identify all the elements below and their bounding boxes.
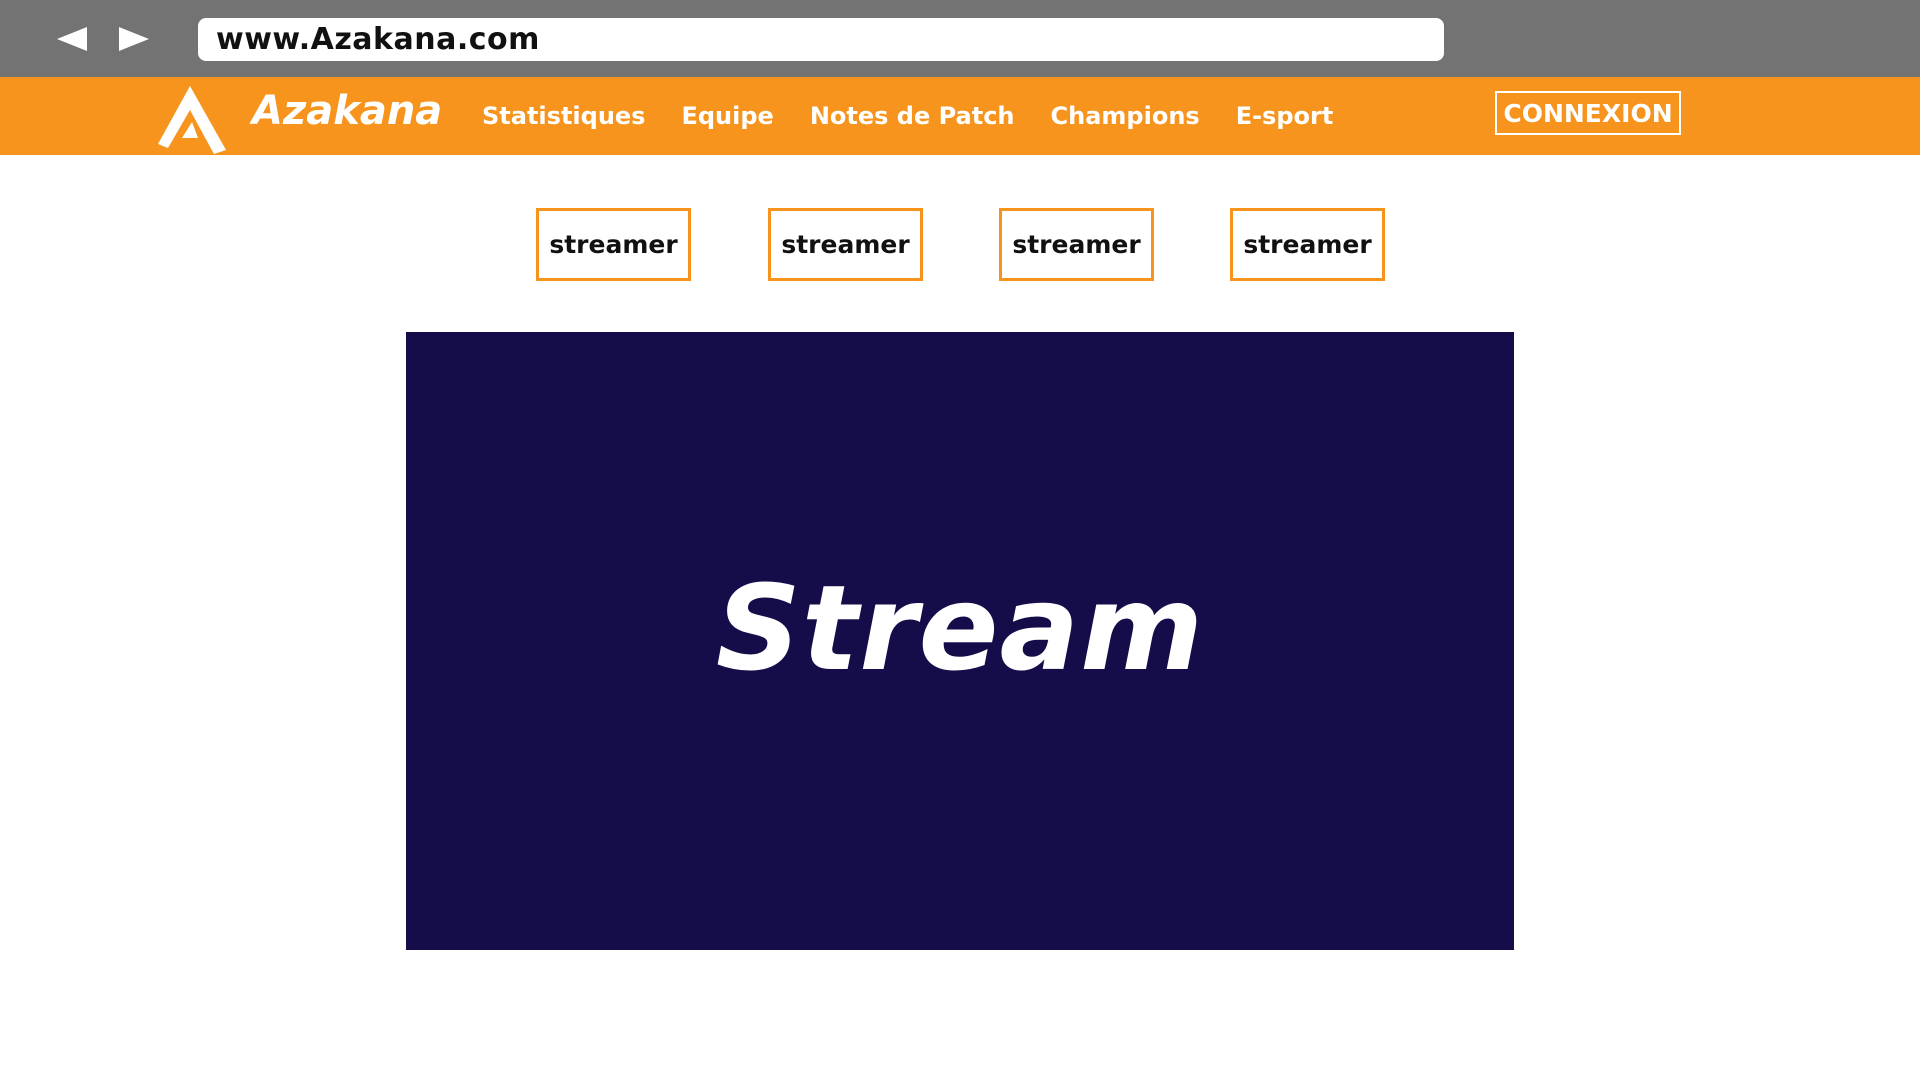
main-nav: Statistiques Equipe Notes de Patch Champ…	[482, 104, 1369, 128]
stream-player[interactable]: Stream	[406, 332, 1514, 950]
browser-toolbar: www.Azakana.com	[0, 0, 1920, 77]
streamer-button-1[interactable]: streamer	[536, 208, 691, 281]
nav-item-esport[interactable]: E-sport	[1236, 104, 1334, 128]
nav-item-statistiques[interactable]: Statistiques	[482, 104, 645, 128]
brand-name[interactable]: Azakana	[252, 91, 442, 131]
streamer-button-4[interactable]: streamer	[1230, 208, 1385, 281]
back-arrow-icon[interactable]	[53, 22, 93, 56]
address-bar[interactable]: www.Azakana.com	[198, 18, 1444, 61]
azakana-logo-icon[interactable]	[156, 82, 228, 154]
address-url: www.Azakana.com	[216, 22, 540, 57]
forward-arrow-icon[interactable]	[113, 22, 153, 56]
page: www.Azakana.com Azakana Statistiques Equ…	[0, 0, 1920, 1080]
nav-item-notes-de-patch[interactable]: Notes de Patch	[810, 104, 1015, 128]
nav-item-equipe[interactable]: Equipe	[681, 104, 773, 128]
streamer-button-3[interactable]: streamer	[999, 208, 1154, 281]
nav-item-champions[interactable]: Champions	[1051, 104, 1200, 128]
login-button[interactable]: CONNEXION	[1495, 91, 1681, 135]
streamer-button-2[interactable]: streamer	[768, 208, 923, 281]
site-header: Azakana Statistiques Equipe Notes de Pat…	[0, 77, 1920, 155]
stream-title: Stream	[715, 559, 1205, 697]
